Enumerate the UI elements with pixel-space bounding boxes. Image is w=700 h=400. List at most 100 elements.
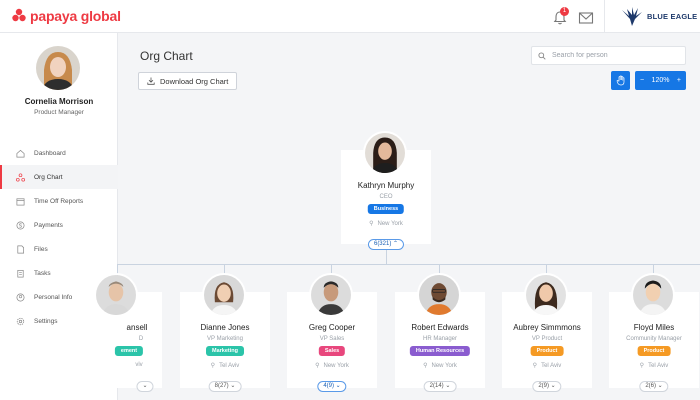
sidebar-item-label: Tasks — [34, 269, 51, 277]
pan-mode-button[interactable] — [611, 71, 630, 90]
papaya-logo-icon — [12, 8, 26, 22]
department-badge: Product — [637, 346, 671, 356]
download-org-chart-button[interactable]: Download Org Chart — [138, 72, 238, 90]
department-badge: Sales — [318, 346, 346, 356]
location-label: Tel Aviv — [648, 362, 669, 369]
home-icon — [16, 149, 25, 157]
reports-count-toggle[interactable]: 2(6) ⌄ — [639, 381, 669, 392]
department-badge: Product — [530, 346, 564, 356]
zoom-out-button[interactable]: − — [640, 77, 644, 84]
employee-card[interactable]: Aubrey Simmmons VP Product Product ⚲ Tel… — [502, 273, 592, 392]
file-icon — [17, 245, 25, 253]
employee-role: D — [138, 336, 144, 342]
reports-count-toggle[interactable]: 2(9) ⌄ — [532, 381, 562, 392]
location-label: New York — [323, 362, 349, 369]
sidebar-item-label: Dashboard — [34, 149, 66, 157]
sidebar-item-payments[interactable]: Payments — [0, 213, 118, 237]
location-label: Tel Aviv — [541, 362, 562, 369]
top-bar: papaya global 1 BLUE EAGLE — [0, 0, 700, 33]
department-badge: ement — [114, 346, 144, 356]
location-pin-icon: ⚲ — [423, 363, 428, 369]
sidebar-item-time-off-reports[interactable]: Time Off Reports — [0, 189, 118, 213]
sidebar-item-label: Files — [34, 245, 48, 253]
employee-photo — [524, 273, 568, 317]
user-name: Cornelia Morrison — [24, 97, 94, 106]
papaya-logo[interactable]: papaya global — [12, 8, 121, 24]
zoom-in-button[interactable]: + — [677, 77, 681, 84]
employee-location: ⚲ New York — [287, 362, 377, 370]
reports-count: 2(14) — [429, 383, 444, 389]
employee-role: Community Manager — [626, 336, 682, 342]
sidebar-item-label: Time Off Reports — [34, 197, 84, 205]
sidebar-item-dashboard[interactable]: Dashboard — [0, 141, 118, 165]
gear-icon — [16, 317, 25, 325]
location-pin-icon: ⚲ — [532, 363, 538, 369]
employee-card[interactable]: Greg Cooper VP Sales Sales ⚲ New York 4(… — [287, 273, 377, 392]
reports-count: 2(6) — [645, 383, 656, 389]
org-chart-icon — [16, 172, 25, 182]
reports-count-toggle[interactable]: ⌄ — [136, 381, 154, 392]
location-label: viv — [135, 362, 143, 368]
employee-name: Kathryn Murphy — [357, 181, 415, 190]
employee-photo — [309, 273, 353, 317]
clipboard-icon — [17, 269, 24, 277]
department-badge: Business — [367, 204, 405, 214]
company-switcher[interactable]: BLUE EAGLE — [620, 4, 697, 28]
reports-count-toggle[interactable]: 8(27) ⌄ — [208, 381, 242, 392]
logo-text: papaya global — [30, 8, 121, 24]
employee-card[interactable]: Floyd Miles Community Manager Product ⚲ … — [609, 273, 699, 392]
zoom-control: − 120% + — [635, 71, 686, 90]
employee-role: VP Sales — [319, 336, 345, 342]
reports-count-toggle[interactable]: 4(9) ⌄ — [317, 381, 347, 392]
search-icon — [538, 51, 546, 60]
calendar-icon — [16, 197, 25, 205]
location-pin-icon: ⚲ — [639, 363, 645, 369]
location-label: Tel Aviv — [219, 362, 240, 369]
user-avatar[interactable] — [36, 46, 80, 90]
mail-icon[interactable] — [578, 11, 594, 25]
employee-photo — [417, 273, 461, 317]
employee-name: Dianne Jones — [200, 323, 250, 332]
employee-location: ⚲ Tel Aviv — [502, 362, 592, 370]
sidebar-item-label: Org Chart — [34, 173, 63, 181]
reports-count: 8(27) — [214, 383, 229, 389]
dollar-icon — [16, 221, 25, 229]
download-label: Download Org Chart — [160, 76, 229, 86]
reports-count: 6(321) — [373, 241, 392, 247]
employee-photo — [363, 131, 407, 175]
location-pin-icon: ⚲ — [315, 363, 320, 369]
location-label: New York — [377, 220, 403, 227]
sidebar-item-org-chart[interactable]: Org Chart — [0, 165, 118, 189]
employee-location: ⚲ New York — [395, 362, 485, 370]
zoom-level: 120% — [651, 77, 670, 84]
employee-location: viv — [72, 362, 162, 368]
reports-count-toggle[interactable]: 2(14) ⌄ — [423, 381, 457, 392]
employee-card[interactable]: Robert Edwards HR Manager Human Resource… — [395, 273, 485, 392]
sidebar-item-label: Payments — [34, 221, 63, 229]
person-icon — [16, 293, 25, 301]
download-icon — [147, 77, 155, 85]
header-divider — [604, 0, 605, 33]
employee-location: ⚲ New York — [341, 220, 431, 228]
reports-count: 2(9) — [538, 383, 549, 389]
tree-connector-horizontal — [118, 264, 700, 265]
sidebar-item-label: Settings — [34, 317, 58, 325]
employee-name: Greg Cooper — [308, 323, 356, 332]
employee-photo — [631, 273, 675, 317]
employee-card[interactable]: ansell D ement viv ⌄ — [72, 273, 162, 392]
reports-count: 4(9) — [323, 383, 334, 389]
employee-card[interactable]: Dianne Jones VP Marketing Marketing ⚲ Te… — [180, 273, 270, 392]
employee-role: VP Marketing — [207, 336, 243, 342]
search-input[interactable] — [552, 52, 682, 59]
tree-connector-root — [386, 250, 387, 264]
employee-card-ceo[interactable]: Kathryn Murphy CEO Business ⚲ New York 6… — [341, 131, 431, 250]
user-role: Product Manager — [34, 109, 84, 116]
search-box[interactable] — [531, 46, 686, 65]
employee-name: Aubrey Simmmons — [513, 323, 581, 332]
reports-count-toggle[interactable]: 6(321) ⌃ — [367, 239, 405, 250]
department-badge: Marketing — [206, 346, 244, 356]
employee-role: CEO — [379, 194, 393, 200]
company-name: BLUE EAGLE — [647, 11, 698, 21]
sidebar-item-files[interactable]: Files — [0, 237, 118, 261]
employee-photo — [202, 273, 246, 317]
